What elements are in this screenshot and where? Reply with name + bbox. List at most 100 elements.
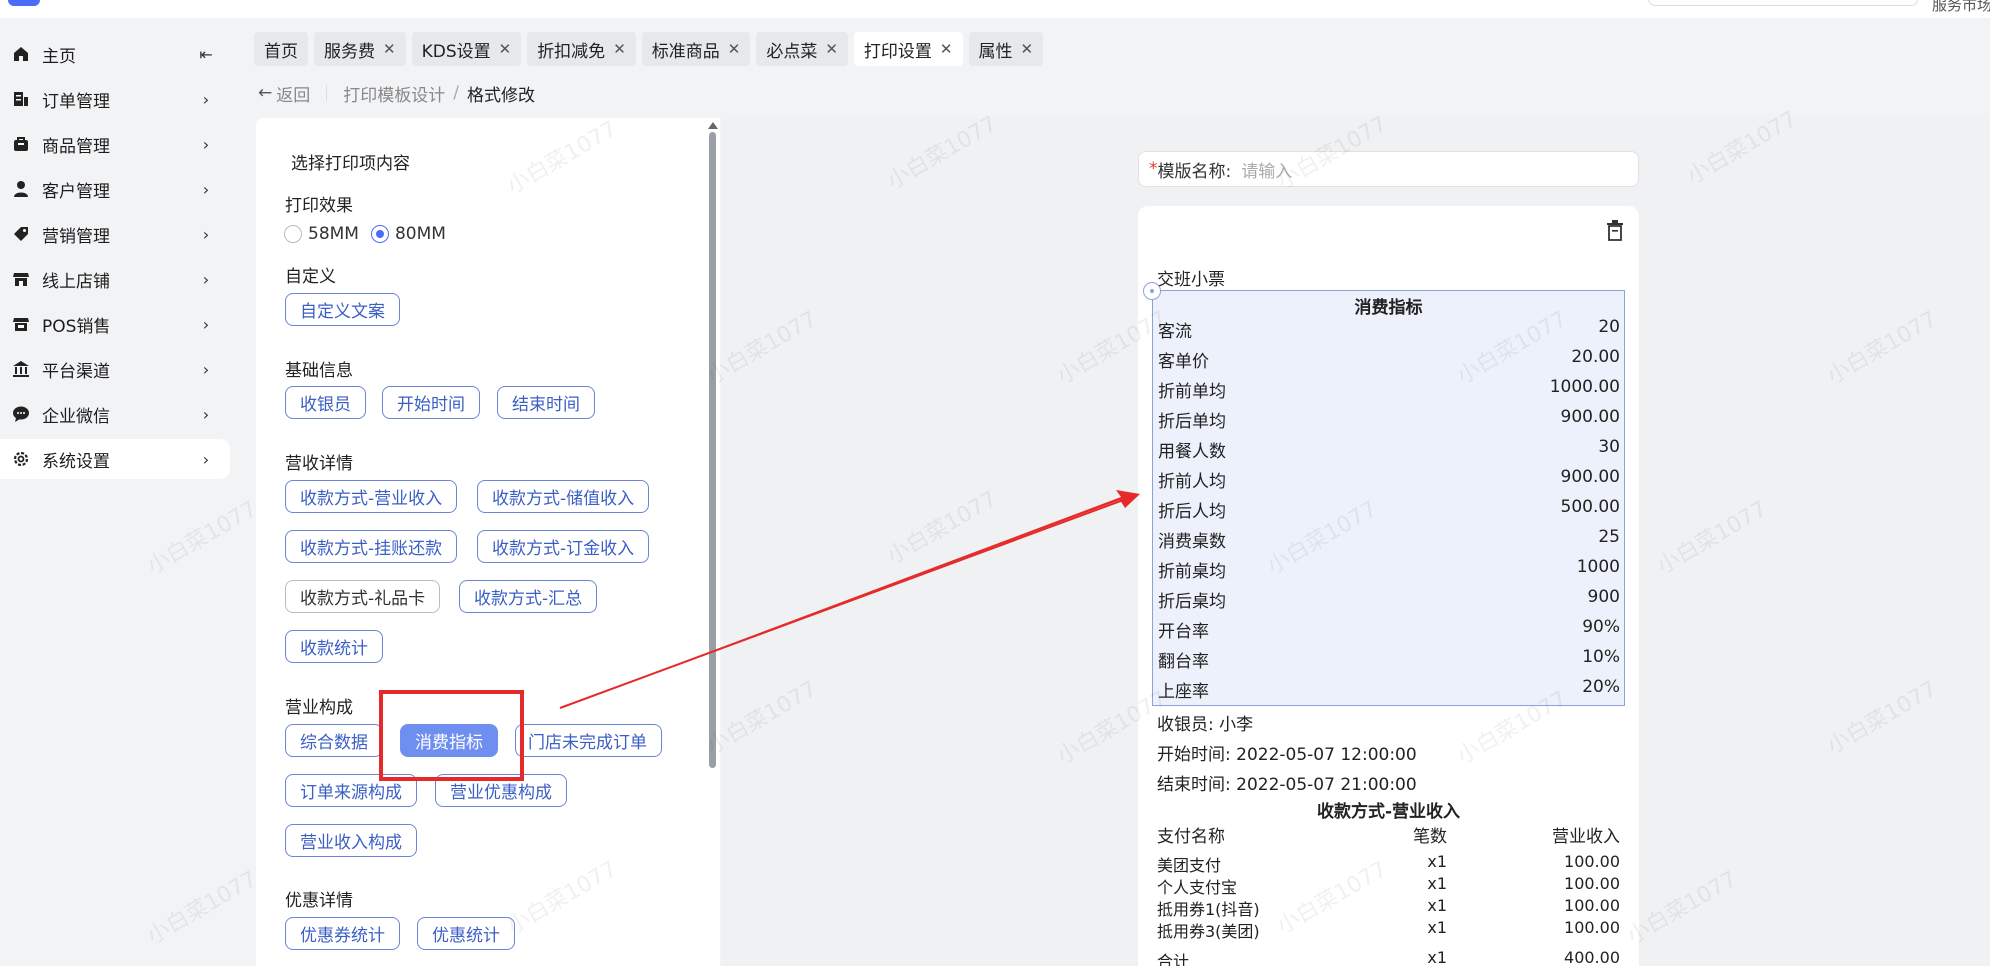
close-icon[interactable]: ✕ — [383, 40, 396, 58]
metric-value: 900.00 — [1560, 467, 1620, 487]
tab-kds-settings[interactable]: KDS设置 ✕ — [411, 32, 522, 66]
sidebar-item-products[interactable]: 商品管理 › — [0, 124, 230, 164]
back-button[interactable]: ← 返回 — [258, 81, 310, 106]
chevron-right-icon: › — [202, 134, 210, 154]
sidebar-item-customers[interactable]: 客户管理 › — [0, 169, 230, 209]
trash-icon[interactable] — [1605, 220, 1625, 242]
scroll-up-arrow[interactable] — [708, 122, 718, 129]
tab-required-dishes[interactable]: 必点菜 ✕ — [756, 32, 848, 66]
payment-row: 美团支付 x1 100.00 — [1157, 852, 1620, 875]
metric-name: 折前单均 — [1158, 382, 1226, 402]
sidebar-item-marketing[interactable]: 营销管理 › — [0, 214, 230, 254]
home-icon — [12, 45, 30, 63]
sidebar-item-channels[interactable]: 平台渠道 › — [0, 349, 230, 389]
custom-text-button[interactable]: 自定义文案 — [285, 293, 400, 326]
close-icon[interactable]: ✕ — [728, 40, 741, 58]
metric-row: 客单价 20.00 — [1158, 347, 1620, 372]
business-income-button[interactable]: 营业收入构成 — [285, 824, 417, 857]
chevron-right-icon: › — [202, 89, 210, 109]
cashier-button[interactable]: 收银员 — [285, 386, 366, 419]
template-name-field[interactable]: * 模版名称: 请输入 — [1138, 151, 1639, 187]
tab-discount[interactable]: 折扣减免 ✕ — [527, 32, 636, 66]
coupon-stats-button[interactable]: 优惠券统计 — [285, 917, 400, 950]
sidebar-item-home[interactable]: 主页 ⇤ — [0, 34, 230, 74]
chevron-right-icon: › — [202, 359, 210, 379]
payment-total-row: 合计 x1 400.00 — [1157, 948, 1620, 966]
tab-label: 首页 — [264, 41, 298, 62]
payment-summary-button[interactable]: 收款方式-汇总 — [459, 580, 598, 613]
payment-name: 合计 — [1157, 952, 1190, 966]
sidebar-item-settings[interactable]: 系统设置 › — [0, 439, 230, 479]
metric-value: 20.00 — [1571, 347, 1620, 367]
metric-row: 折后桌均 900 — [1158, 587, 1620, 612]
end-time-button[interactable]: 结束时间 — [497, 386, 595, 419]
scrollbar[interactable] — [709, 132, 716, 768]
payment-business-income-button[interactable]: 收款方式-营业收入 — [285, 480, 458, 513]
radio-80mm[interactable] — [370, 225, 389, 243]
metric-row: 开台率 90% — [1158, 617, 1620, 642]
column-header: 支付名称 — [1157, 827, 1225, 847]
sidebar-item-wecom[interactable]: 企业微信 › — [0, 394, 230, 434]
sidebar-item-pos[interactable]: POS销售 › — [0, 304, 230, 344]
template-name-input[interactable]: 请输入 — [1241, 157, 1292, 182]
store-incomplete-orders-button[interactable]: 门店未完成订单 — [515, 724, 662, 757]
payment-stored-value-button[interactable]: 收款方式-储值收入 — [477, 480, 650, 513]
payment-amount: 100.00 — [1564, 874, 1620, 893]
metric-row: 上座率 20% — [1158, 677, 1620, 702]
tab-label: 标准商品 — [651, 41, 720, 62]
tab-attributes[interactable]: 属性 ✕ — [968, 32, 1044, 66]
tab-home[interactable]: 首页 — [254, 32, 308, 66]
metric-name: 折后单均 — [1158, 412, 1226, 432]
tab-standard-products[interactable]: 标准商品 ✕ — [641, 32, 751, 66]
payment-row: 抵用券3(美团) x1 100.00 — [1157, 918, 1620, 941]
highlight-annotation — [379, 690, 524, 781]
payment-deposit-button[interactable]: 收款方式-订金收入 — [477, 530, 650, 563]
close-icon[interactable]: ✕ — [940, 40, 953, 58]
metric-row: 折后人均 500.00 — [1158, 497, 1620, 522]
discount-stats-button[interactable]: 优惠统计 — [417, 917, 515, 950]
metric-row: 折后单均 900.00 — [1158, 407, 1620, 432]
tab-bar: 首页 服务费 ✕ KDS设置 ✕ 折扣减免 ✕ 标准商品 ✕ 必点菜 ✕ 打印设置 ✕ 属性… — [254, 32, 1044, 66]
metric-value: 25 — [1598, 527, 1620, 547]
payment-gift-card-button[interactable]: 收款方式-礼品卡 — [285, 580, 441, 613]
top-search-input[interactable] — [1648, 0, 1918, 6]
sidebar-item-online-store[interactable]: 线上店铺 › — [0, 259, 230, 299]
start-time-line: 开始时间: 2022-05-07 12:00:00 — [1157, 745, 1417, 765]
overall-data-button[interactable]: 综合数据 — [285, 724, 383, 757]
panel-title: 选择打印项内容 — [291, 154, 410, 174]
service-market-link[interactable]: 服务市场 — [1932, 0, 1990, 15]
metric-row: 用餐人数 30 — [1158, 437, 1620, 462]
close-icon[interactable]: ✕ — [825, 40, 838, 58]
payment-count: x1 — [1427, 852, 1447, 871]
metric-name: 折后人均 — [1158, 502, 1226, 522]
close-icon[interactable]: ✕ — [499, 40, 512, 58]
close-icon[interactable]: ✕ — [1021, 40, 1034, 58]
close-icon[interactable]: ✕ — [613, 40, 626, 58]
radio-label: 58MM — [308, 224, 359, 244]
payment-credit-repayment-button[interactable]: 收款方式-挂账还款 — [285, 530, 458, 563]
start-time-button[interactable]: 开始时间 — [382, 386, 480, 419]
breadcrumb-parent[interactable]: 打印模板设计 — [343, 81, 445, 106]
sidebar-item-label: 系统设置 — [42, 451, 110, 472]
receipt-title: 交班小票 — [1157, 270, 1225, 290]
revenue-detail-label: 营收详情 — [285, 454, 353, 474]
payment-stats-button[interactable]: 收款统计 — [285, 630, 383, 663]
tab-service-fee[interactable]: 服务费 ✕ — [314, 32, 406, 66]
tab-label: 必点菜 — [766, 41, 818, 62]
discount-detail-label: 优惠详情 — [285, 891, 353, 911]
metric-name: 上座率 — [1158, 682, 1209, 702]
basic-info-label: 基础信息 — [285, 361, 353, 381]
metric-name: 用餐人数 — [1158, 442, 1226, 462]
sidebar-item-label: 平台渠道 — [42, 361, 110, 382]
tab-print-settings[interactable]: 打印设置 ✕ — [853, 32, 963, 66]
sidebar-item-orders[interactable]: 订单管理 › — [0, 79, 230, 119]
app-logo[interactable] — [8, 0, 40, 6]
radio-58mm[interactable] — [284, 225, 302, 243]
metric-name: 客单价 — [1158, 352, 1209, 372]
metric-name: 翻台率 — [1158, 652, 1209, 672]
collapse-icon[interactable]: ⇤ — [196, 45, 216, 64]
metric-value: 1000.00 — [1549, 377, 1620, 397]
metric-row: 翻台率 10% — [1158, 647, 1620, 672]
metric-value: 900 — [1587, 587, 1620, 607]
back-label: 返回 — [276, 85, 311, 106]
